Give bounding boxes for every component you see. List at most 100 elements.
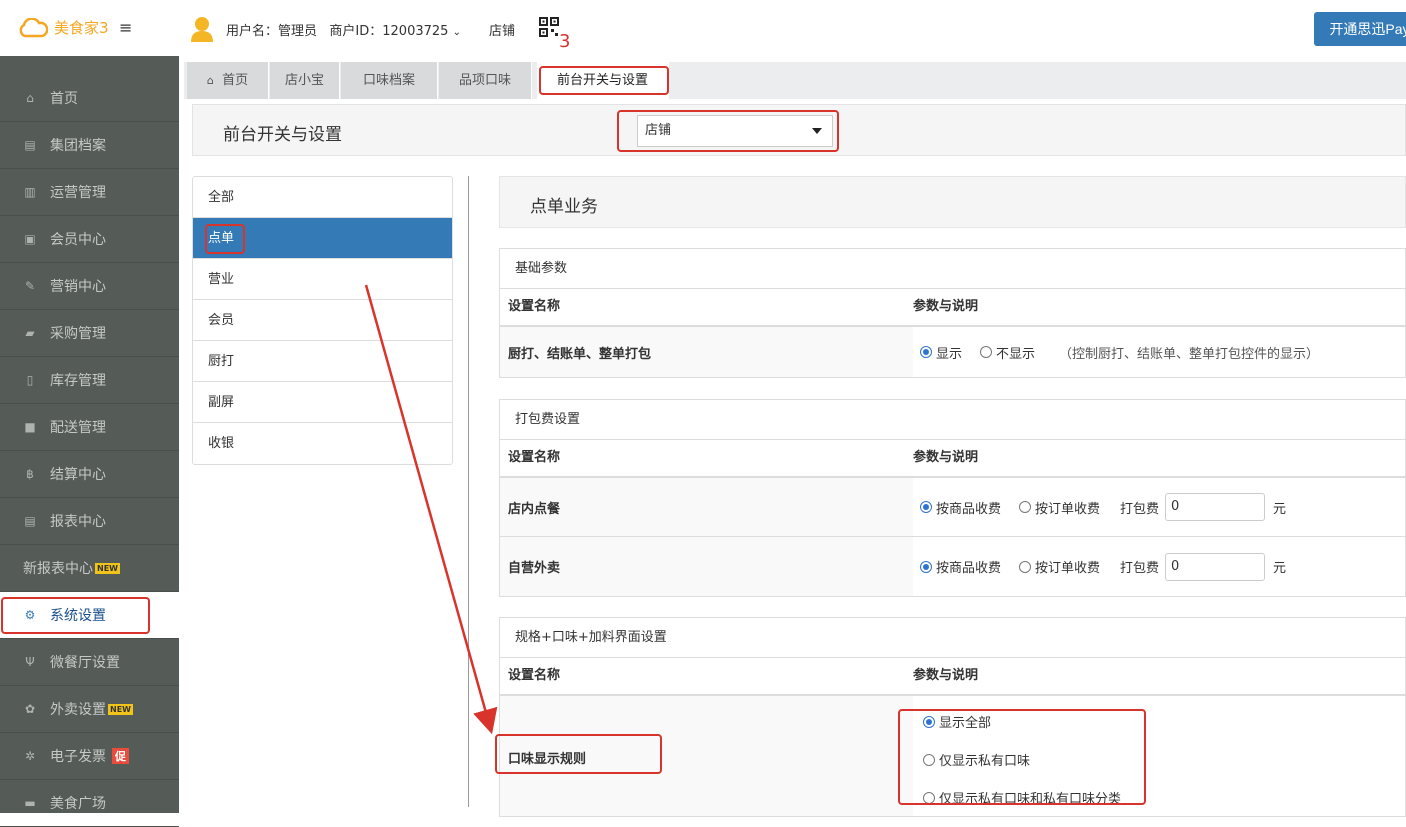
qr-code-icon[interactable] xyxy=(539,17,559,37)
caret-down-icon xyxy=(812,128,822,134)
radio-show-all[interactable]: 显示全部 xyxy=(923,712,1121,731)
sidebar-item[interactable]: ▤ 报表中心 xyxy=(0,498,179,545)
store-link[interactable]: 店铺 xyxy=(489,20,515,39)
radio-label: 按订单收费 xyxy=(1035,561,1101,576)
sidebar-item-label: 配送管理 xyxy=(50,420,106,436)
scope-select[interactable]: 店铺 xyxy=(637,115,833,147)
col-setting-name: 设置名称 xyxy=(508,450,561,465)
fee-label: 打包费 xyxy=(1120,501,1160,517)
category-item[interactable]: 副屏 xyxy=(193,382,452,423)
category-item[interactable]: 厨打 xyxy=(193,341,452,382)
cloud-logo-icon xyxy=(19,17,48,37)
sidebar-badge: NEW xyxy=(108,703,133,715)
sidebar-item-label: 结算中心 xyxy=(50,467,106,483)
flavor-rule-options: 显示全部 仅显示私有口味 仅显示私有口味和私有口味分类 xyxy=(920,696,1139,813)
radio-label: 显示全部 xyxy=(939,716,992,731)
radio-charge-by-order[interactable]: 按订单收费 xyxy=(1019,557,1100,576)
radio-show[interactable]: 显示 xyxy=(920,343,962,362)
row-params: 按商品收费 按订单收费 打包费 0 元 xyxy=(913,478,1405,536)
row-label: 自营外卖 xyxy=(500,537,913,596)
category-item[interactable]: 全部 xyxy=(193,177,452,218)
user-info[interactable]: 用户名：管理员 商户ID：12003725 ⌄ xyxy=(226,20,461,39)
merchant-id-label: 商户ID：12003725 xyxy=(329,24,449,39)
brand-logo[interactable]: 美食家3 xyxy=(18,17,109,38)
sidebar-item[interactable]: ✲ 电子发票促 xyxy=(0,733,179,780)
annotation-number: 3 xyxy=(559,31,571,52)
category-item[interactable]: 收银 xyxy=(193,423,452,464)
category-item[interactable]: 会员 xyxy=(193,300,452,341)
username-label: 用户名：管理员 xyxy=(226,24,318,39)
sidebar-item[interactable]: ▰ 采购管理 xyxy=(0,310,179,357)
row-label: 厨打、结账单、整单打包 xyxy=(500,327,913,377)
radio-charge-by-item[interactable]: 按商品收费 xyxy=(920,557,1001,576)
tab-label: 首页 xyxy=(222,73,249,88)
sidebar-item-label: 系统设置 xyxy=(50,608,106,624)
sidebar-item[interactable]: ▤ 集团档案 xyxy=(0,122,179,169)
sidebar-item[interactable]: ■ 配送管理 xyxy=(0,404,179,451)
scope-select-value: 店铺 xyxy=(645,123,672,138)
sidebar-item[interactable]: ✎ 营销中心 xyxy=(0,263,179,310)
sidebar-item[interactable]: Ψ 微餐厅设置 xyxy=(0,639,179,686)
divider xyxy=(468,176,469,807)
chevron-down-icon: ⌄ xyxy=(452,27,461,38)
category-item[interactable]: 营业 xyxy=(193,259,452,300)
book-icon: ▰ xyxy=(25,326,35,340)
sidebar-item-label: 首页 xyxy=(50,91,78,107)
radio-charge-by-order[interactable]: 按订单收费 xyxy=(1019,498,1100,517)
sidebar-item[interactable]: ฿ 结算中心 xyxy=(0,451,179,498)
sidebar-item-label: 外卖设置 xyxy=(50,702,106,718)
menu-toggle-icon[interactable]: ≡ xyxy=(119,18,132,37)
radio-label: 按商品收费 xyxy=(936,501,1002,517)
row-label: 口味显示规则 xyxy=(500,696,913,816)
sidebar-item-label: 新报表中心 xyxy=(23,561,93,577)
sidebar-badge: NEW xyxy=(95,562,120,574)
radio-checked-icon xyxy=(920,346,932,358)
sidebar-item[interactable]: ⚙ 系统设置 xyxy=(0,592,179,639)
table-row: 厨打、结账单、整单打包 显示 不显示 （控制厨打、结账单、整单打包控件的显示） xyxy=(500,327,1405,377)
row-params: 显示全部 仅显示私有口味 仅显示私有口味和私有口味分类 xyxy=(913,696,1405,816)
open-pay-button[interactable]: 开通思迅Pay xyxy=(1314,12,1406,46)
radio-unchecked-icon xyxy=(923,791,935,804)
truck-icon: ■ xyxy=(24,420,36,434)
panel-packing-fee: 打包费设置 设置名称 参数与说明 店内点餐 按商品收费 按订单收费 打包费 0 … xyxy=(499,399,1406,597)
page-title: 前台开关与设置 xyxy=(223,125,342,145)
section-title: 点单业务 xyxy=(530,197,598,217)
row-params: 显示 不显示 （控制厨打、结账单、整单打包控件的显示） xyxy=(913,327,1405,377)
sidebar-item[interactable]: ▣ 会员中心 xyxy=(0,216,179,263)
tab-flavor-archive[interactable]: 口味档案 xyxy=(341,62,438,99)
panel-title: 规格+口味+加料界面设置 xyxy=(500,618,1405,658)
sidebar-item[interactable]: ▥ 运营管理 xyxy=(0,169,179,216)
radio-hide[interactable]: 不显示 xyxy=(980,343,1035,362)
radio-checked-icon xyxy=(920,560,932,573)
table-header: 设置名称 参数与说明 xyxy=(500,289,1405,327)
radio-private-and-category[interactable]: 仅显示私有口味和私有口味分类 xyxy=(923,788,1121,807)
tab-home[interactable]: ⌂ 首页 xyxy=(187,62,269,99)
unit-label: 元 xyxy=(1273,561,1287,576)
packing-fee-input[interactable]: 0 xyxy=(1165,552,1266,581)
panel-basic-params: 基础参数 设置名称 参数与说明 厨打、结账单、整单打包 显示 不显示 （控制厨打… xyxy=(499,248,1406,378)
brand-name: 美食家3 xyxy=(54,19,109,37)
radio-charge-by-item[interactable]: 按商品收费 xyxy=(920,498,1001,517)
sidebar-item[interactable]: ▯ 库存管理 xyxy=(0,357,179,404)
sidebar-item[interactable]: ⌂ 首页 xyxy=(0,75,179,122)
tab-dianxiaobao[interactable]: 店小宝 xyxy=(270,62,340,99)
radio-label: 仅显示私有口味和私有口味分类 xyxy=(939,792,1122,807)
sidebar-badge: 促 xyxy=(112,748,129,764)
category-item[interactable]: 点单 xyxy=(193,218,452,259)
packing-fee-input[interactable]: 0 xyxy=(1165,493,1266,521)
sidebar-item[interactable]: ✿ 外卖设置 NEW xyxy=(0,686,179,733)
tab-front-settings[interactable]: 前台开关与设置 xyxy=(537,62,669,99)
tab-item-flavor[interactable]: 品项口味 xyxy=(439,62,532,99)
category-list: 全部 点单 营业 会员 厨打 副屏 收银 xyxy=(192,176,453,465)
radio-checked-icon xyxy=(923,715,935,728)
sidebar: ⌂ 首页 ▤ 集团档案 ▥ 运营管理 ▣ 会员中心 ✎ 营销中心 ▰ 采购管理 ▯ 库存管理 ■ 配送管理 ฿ 结… xyxy=(0,56,179,827)
asterisk-icon: ✲ xyxy=(24,749,36,763)
col-setting-name: 设置名称 xyxy=(508,299,561,314)
sidebar-item[interactable]: ▬ 美食广场 xyxy=(0,780,179,827)
row-label: 店内点餐 xyxy=(500,478,913,536)
sidebar-item[interactable]: 新报表中心 NEW xyxy=(0,545,179,592)
edit-icon: ✎ xyxy=(24,279,36,293)
gear-icon: ✿ xyxy=(24,702,36,716)
radio-private-only[interactable]: 仅显示私有口味 xyxy=(923,750,1121,769)
radio-label: 按订单收费 xyxy=(1035,501,1101,517)
